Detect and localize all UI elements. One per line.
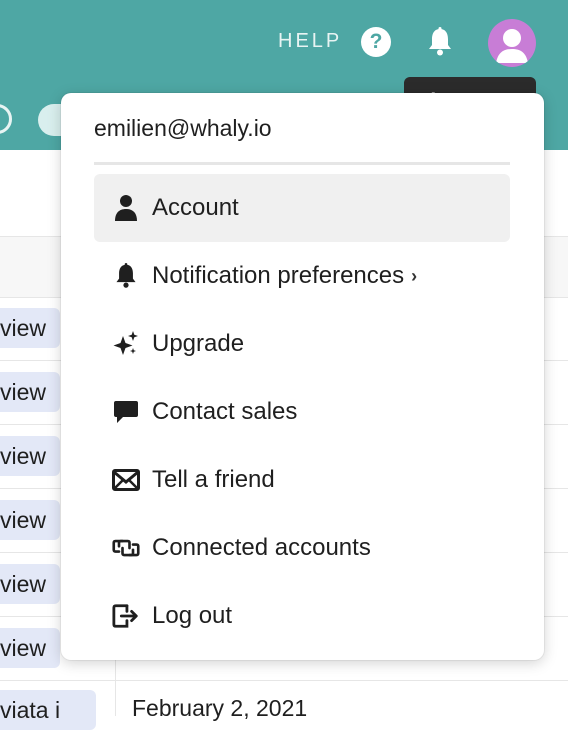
account-dropdown-menu: emilien@whaly.io Account Notification pr…: [61, 93, 544, 660]
user-email: emilien@whaly.io: [94, 115, 272, 141]
sparkles-icon: [112, 330, 140, 358]
menu-item-account[interactable]: Account: [94, 174, 510, 242]
table-row-chip[interactable]: view: [0, 308, 60, 348]
table-row-chip[interactable]: viata i: [0, 690, 96, 730]
menu-item-label: Connected accounts: [152, 534, 371, 561]
menu-item-log-out[interactable]: Log out: [94, 582, 510, 650]
table-row-chip[interactable]: view: [0, 564, 60, 604]
menu-item-label: Contact sales: [152, 398, 298, 425]
table-row-chip[interactable]: view: [0, 372, 60, 412]
menu-item-connected-accounts[interactable]: Connected accounts: [94, 514, 510, 582]
menu-item-label: Notification preferences: [152, 262, 405, 289]
chevron-right-icon: ›: [411, 265, 418, 286]
menu-item-label: Tell a friend: [152, 466, 275, 493]
menu-divider: [94, 162, 510, 165]
help-link[interactable]: HELP: [278, 30, 342, 53]
user-avatar-icon[interactable]: [488, 19, 536, 67]
table-row-chip[interactable]: view: [0, 436, 60, 476]
menu-item-notification-preferences[interactable]: Notification preferences ›: [94, 242, 510, 310]
envelope-icon: [112, 466, 140, 494]
table-row-chip[interactable]: view: [0, 500, 60, 540]
menu-item-tell-a-friend[interactable]: Tell a friend: [94, 446, 510, 514]
menu-item-upgrade[interactable]: Upgrade: [94, 310, 510, 378]
row-divider: [0, 680, 568, 681]
menu-item-label: Log out: [152, 602, 233, 629]
user-icon: [112, 194, 140, 222]
partial-circle-icon[interactable]: [0, 104, 12, 134]
table-cell-date: February 2, 2021: [132, 695, 308, 721]
logout-icon: [112, 602, 140, 630]
menu-item-label: Account: [152, 194, 239, 221]
chat-bubble-icon: [112, 398, 140, 426]
question-circle-icon[interactable]: ?: [361, 27, 391, 57]
bell-icon: [112, 262, 140, 290]
bell-icon[interactable]: [425, 26, 455, 58]
menu-item-label: Upgrade: [152, 330, 245, 357]
menu-item-contact-sales[interactable]: Contact sales: [94, 378, 510, 446]
link-icon: [112, 534, 140, 562]
table-row-chip[interactable]: view: [0, 628, 60, 668]
